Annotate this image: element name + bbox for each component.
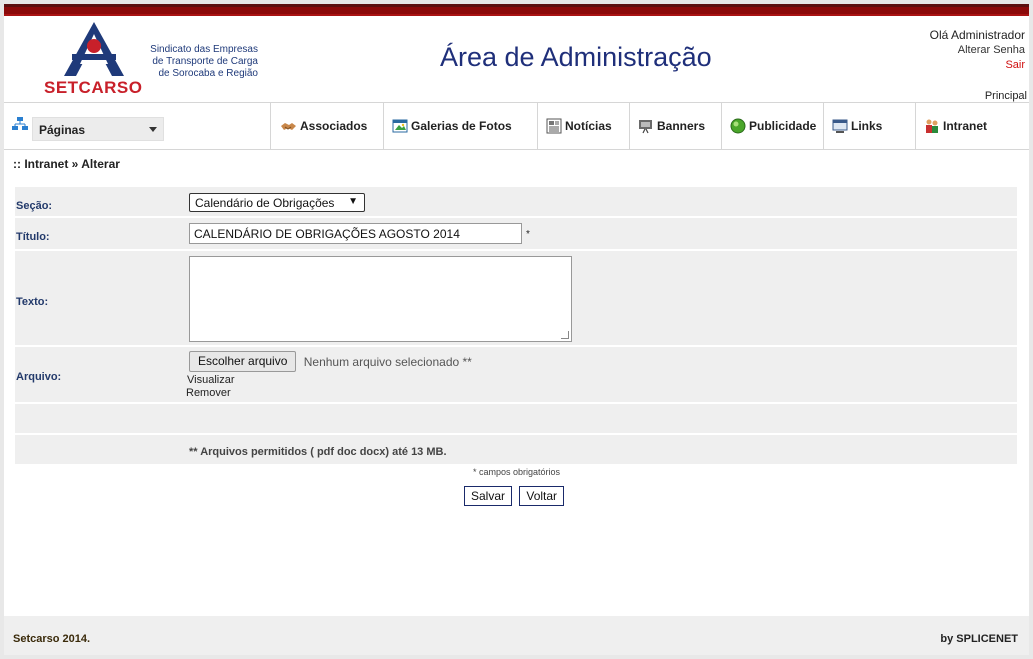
file-status: Nenhum arquivo selecionado **: [303, 355, 472, 369]
nav-associados[interactable]: Associados: [270, 103, 383, 149]
nav-label: Intranet: [943, 119, 988, 133]
form-row-title: Título: CALENDÁRIO DE OBRIGAÇÕES AGOSTO …: [15, 218, 1017, 251]
form-row-file: Arquivo: Escolher arquivo Nenhum arquivo…: [15, 347, 1017, 404]
page-title: Área de Administração: [440, 42, 712, 72]
edit-form: Seção: Calendário de Obrigações ▼ Título…: [15, 187, 1017, 466]
pages-dropdown[interactable]: Páginas: [32, 117, 164, 141]
nav-links[interactable]: Links: [823, 103, 915, 149]
nav-publicidade[interactable]: Publicidade: [721, 103, 823, 149]
user-box: Olá Administrador Alterar Senha Sair: [930, 28, 1025, 73]
change-password-link[interactable]: Alterar Senha: [930, 43, 1025, 58]
main-nav: Páginas Associados Galerias de Fotos Not…: [4, 102, 1029, 150]
required-mark: *: [526, 229, 530, 240]
nav-label: Publicidade: [749, 119, 817, 133]
form-row-text: Texto:: [15, 251, 1017, 347]
nav-label: Notícias: [565, 119, 612, 133]
view-link[interactable]: Visualizar: [187, 374, 472, 387]
title-label: Título:: [16, 231, 50, 243]
logout-link[interactable]: Sair: [930, 58, 1025, 73]
section-select-value: Calendário de Obrigações: [195, 196, 335, 210]
nav-label: Banners: [657, 119, 706, 133]
text-area[interactable]: [189, 256, 572, 342]
banner-icon: [639, 120, 652, 134]
save-button[interactable]: Salvar: [464, 486, 513, 506]
choose-file-button[interactable]: Escolher arquivo: [189, 351, 297, 372]
form-row-section: Seção: Calendário de Obrigações ▼: [15, 187, 1017, 218]
nav-galerias[interactable]: Galerias de Fotos: [383, 103, 537, 149]
section-select[interactable]: Calendário de Obrigações ▼: [189, 193, 365, 212]
section-label: Seção:: [16, 200, 53, 212]
footer: Setcarso 2014. by SPLICENET: [4, 616, 1029, 655]
remove-link[interactable]: Remover: [186, 387, 472, 400]
allowed-files-note: ** Arquivos permitidos ( pdf doc docx) a…: [189, 446, 447, 458]
form-row-spacer: [15, 404, 1017, 435]
sitemap-icon: [12, 117, 28, 130]
footer-credit[interactable]: by SPLICENET: [940, 633, 1018, 645]
nav-label: Galerias de Fotos: [411, 119, 512, 133]
page: SETCARSO Sindicato das Empresas de Trans…: [4, 4, 1029, 655]
gallery-icon: [392, 119, 408, 133]
resize-grip-icon[interactable]: [561, 331, 569, 339]
title-input[interactable]: CALENDÁRIO DE OBRIGAÇÕES AGOSTO 2014: [189, 223, 522, 244]
chevron-down-icon: [149, 127, 157, 132]
logo-tagline: Sindicato das Empresas de Transporte de …: [138, 44, 258, 80]
newspaper-icon: [546, 118, 562, 134]
dropdown-arrow-icon: ▼: [348, 196, 358, 207]
header: SETCARSO Sindicato das Empresas de Trans…: [4, 16, 1029, 102]
logo-brand: SETCARSO: [44, 78, 143, 97]
nav-label: Associados: [300, 119, 368, 133]
nav-intranet[interactable]: Intranet: [915, 103, 1029, 149]
form-row-note: ** Arquivos permitidos ( pdf doc docx) a…: [15, 435, 1017, 466]
top-bar: [4, 4, 1029, 16]
logo-mark-icon: [64, 22, 124, 76]
links-icon: [832, 119, 848, 133]
form-buttons: Salvar Voltar: [464, 486, 568, 506]
footer-copyright: Setcarso 2014.: [13, 633, 91, 645]
user-greeting: Olá Administrador: [929, 28, 1025, 42]
nav-noticias[interactable]: Notícias: [537, 103, 629, 149]
text-label: Texto:: [16, 296, 49, 308]
back-button[interactable]: Voltar: [519, 486, 565, 506]
breadcrumb: :: Intranet » Alterar: [13, 157, 120, 171]
file-label: Arquivo:: [16, 371, 62, 383]
handshake-icon: [281, 123, 296, 130]
pages-dropdown-label: Páginas: [39, 123, 86, 137]
tagline-line: de Transporte de Carga: [152, 56, 258, 67]
green-circle-icon: [730, 118, 746, 134]
home-link[interactable]: Principal: [985, 90, 1027, 102]
required-fields-note: * campos obrigatórios: [472, 467, 561, 477]
users-icon: [926, 119, 938, 133]
tagline-line: Sindicato das Empresas: [150, 44, 258, 55]
tagline-line: de Sorocaba e Região: [158, 68, 258, 79]
nav-label: Links: [851, 119, 883, 133]
logo[interactable]: SETCARSO Sindicato das Empresas de Trans…: [40, 20, 260, 98]
nav-banners[interactable]: Banners: [629, 103, 721, 149]
